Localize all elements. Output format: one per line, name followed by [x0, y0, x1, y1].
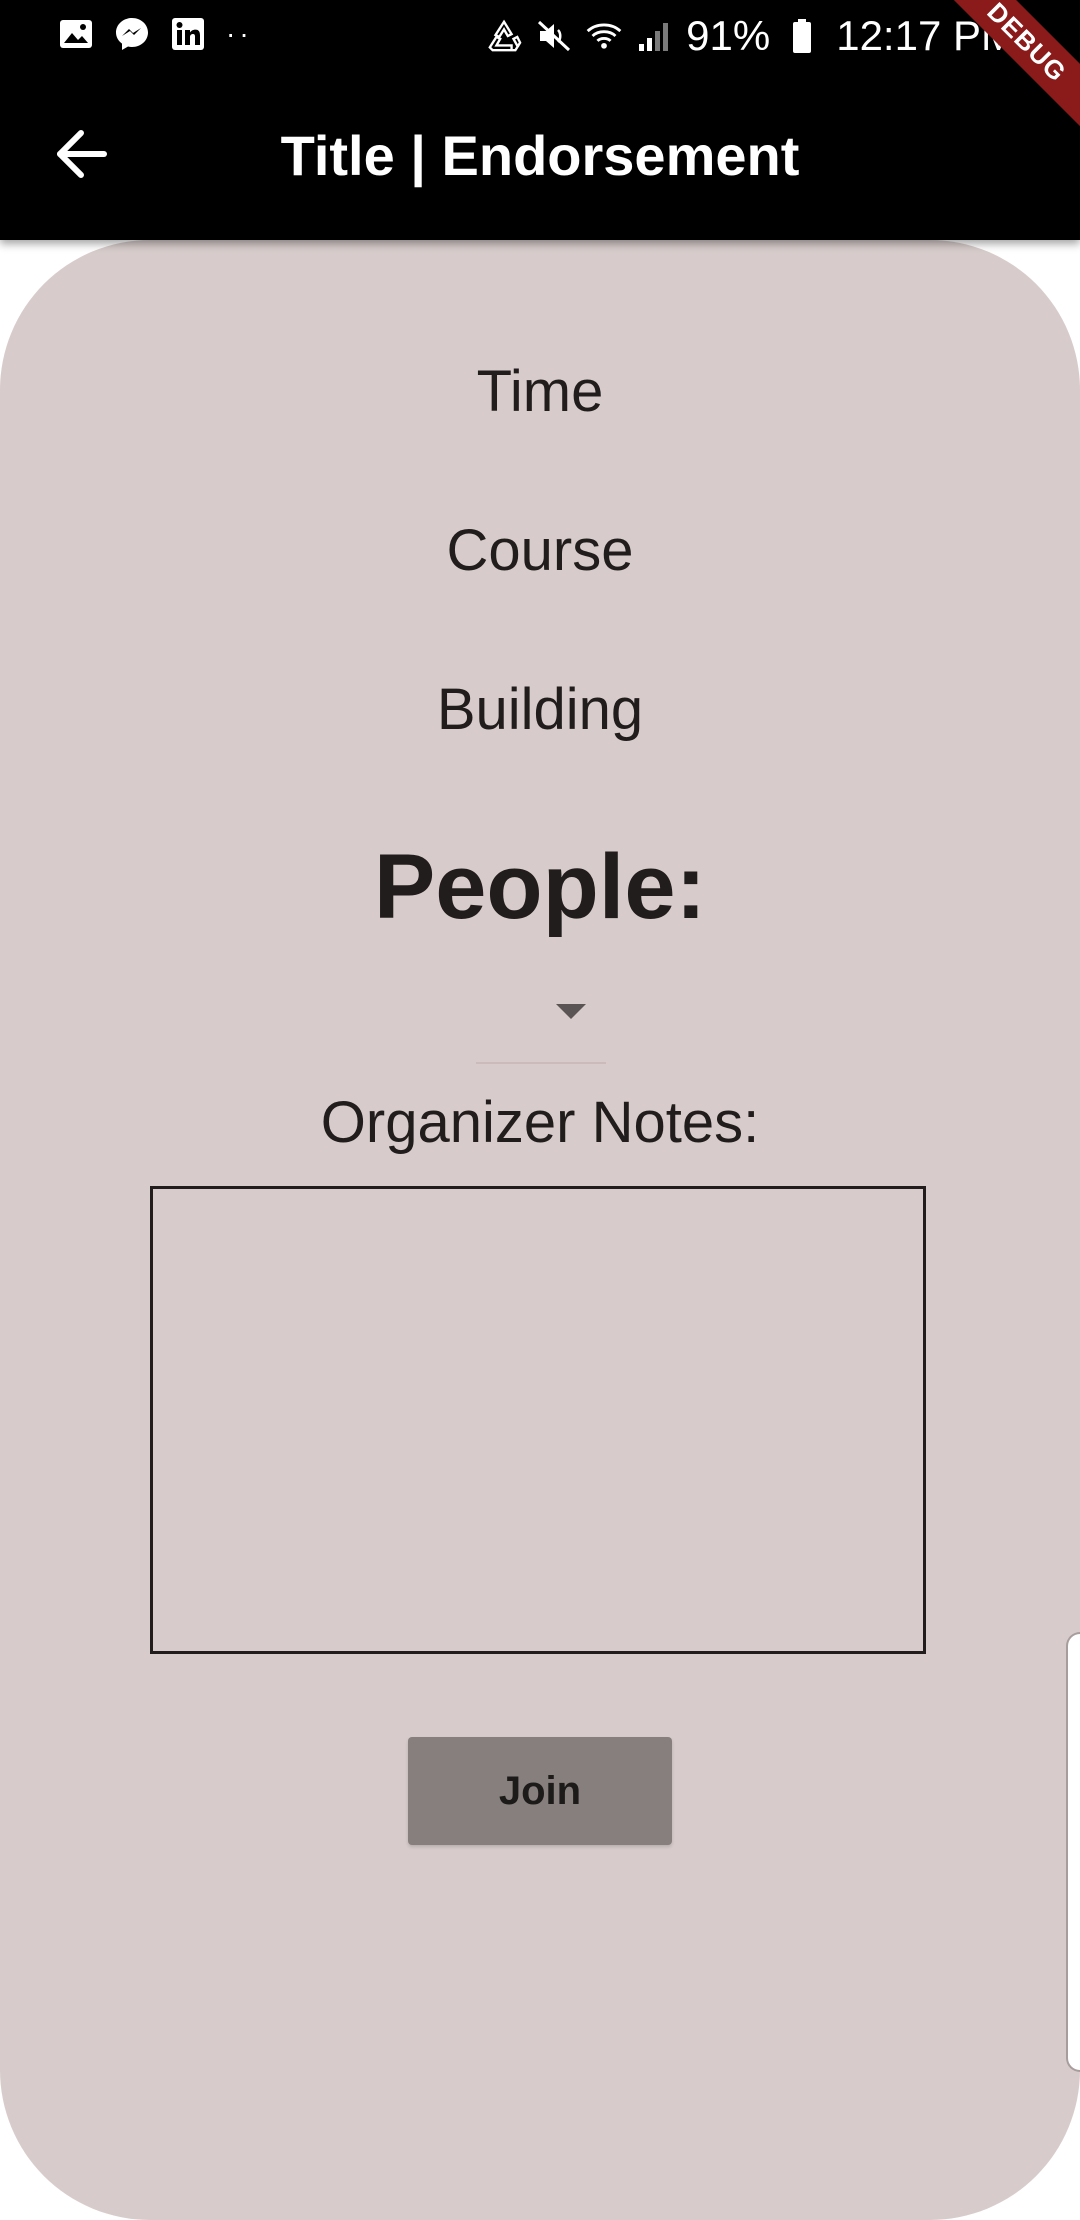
join-button[interactable]: Join: [408, 1737, 672, 1845]
scrollbar[interactable]: [1066, 1632, 1080, 2072]
messenger-icon: [114, 16, 150, 52]
page-title: Title | Endorsement: [280, 124, 800, 187]
status-bar: ·· 91% 12:17 PM: [0, 0, 1080, 72]
signal-icon: [636, 18, 672, 54]
people-dropdown[interactable]: [476, 980, 606, 1064]
time-label: Time: [476, 359, 604, 424]
mute-icon: [536, 18, 572, 54]
battery-percent: 91%: [686, 12, 771, 59]
notification-icons: ··: [58, 16, 253, 52]
people-heading: People:: [373, 836, 707, 938]
system-status: 91% 12:17 PM: [486, 12, 1016, 60]
dropdown-arrow-icon: [556, 1004, 586, 1019]
event-details-card: Time Course Building People: Organizer N…: [0, 240, 1080, 2220]
screen: ·· 91% 12:17 PM DEBUG Title | Endorsemen…: [0, 0, 1080, 2220]
app-bar: Title | Endorsement: [0, 72, 1080, 240]
battery-icon: [784, 18, 820, 54]
organizer-notes-field[interactable]: [150, 1186, 926, 1654]
gallery-icon: [58, 16, 94, 52]
more-notifications-dots: ··: [226, 18, 253, 49]
organizer-notes-label: Organizer Notes:: [320, 1090, 760, 1155]
linkedin-icon: [170, 16, 206, 52]
course-label: Course: [446, 518, 634, 583]
recycle-icon: [486, 18, 522, 54]
wifi-icon: [586, 18, 622, 54]
building-label: Building: [436, 677, 644, 742]
